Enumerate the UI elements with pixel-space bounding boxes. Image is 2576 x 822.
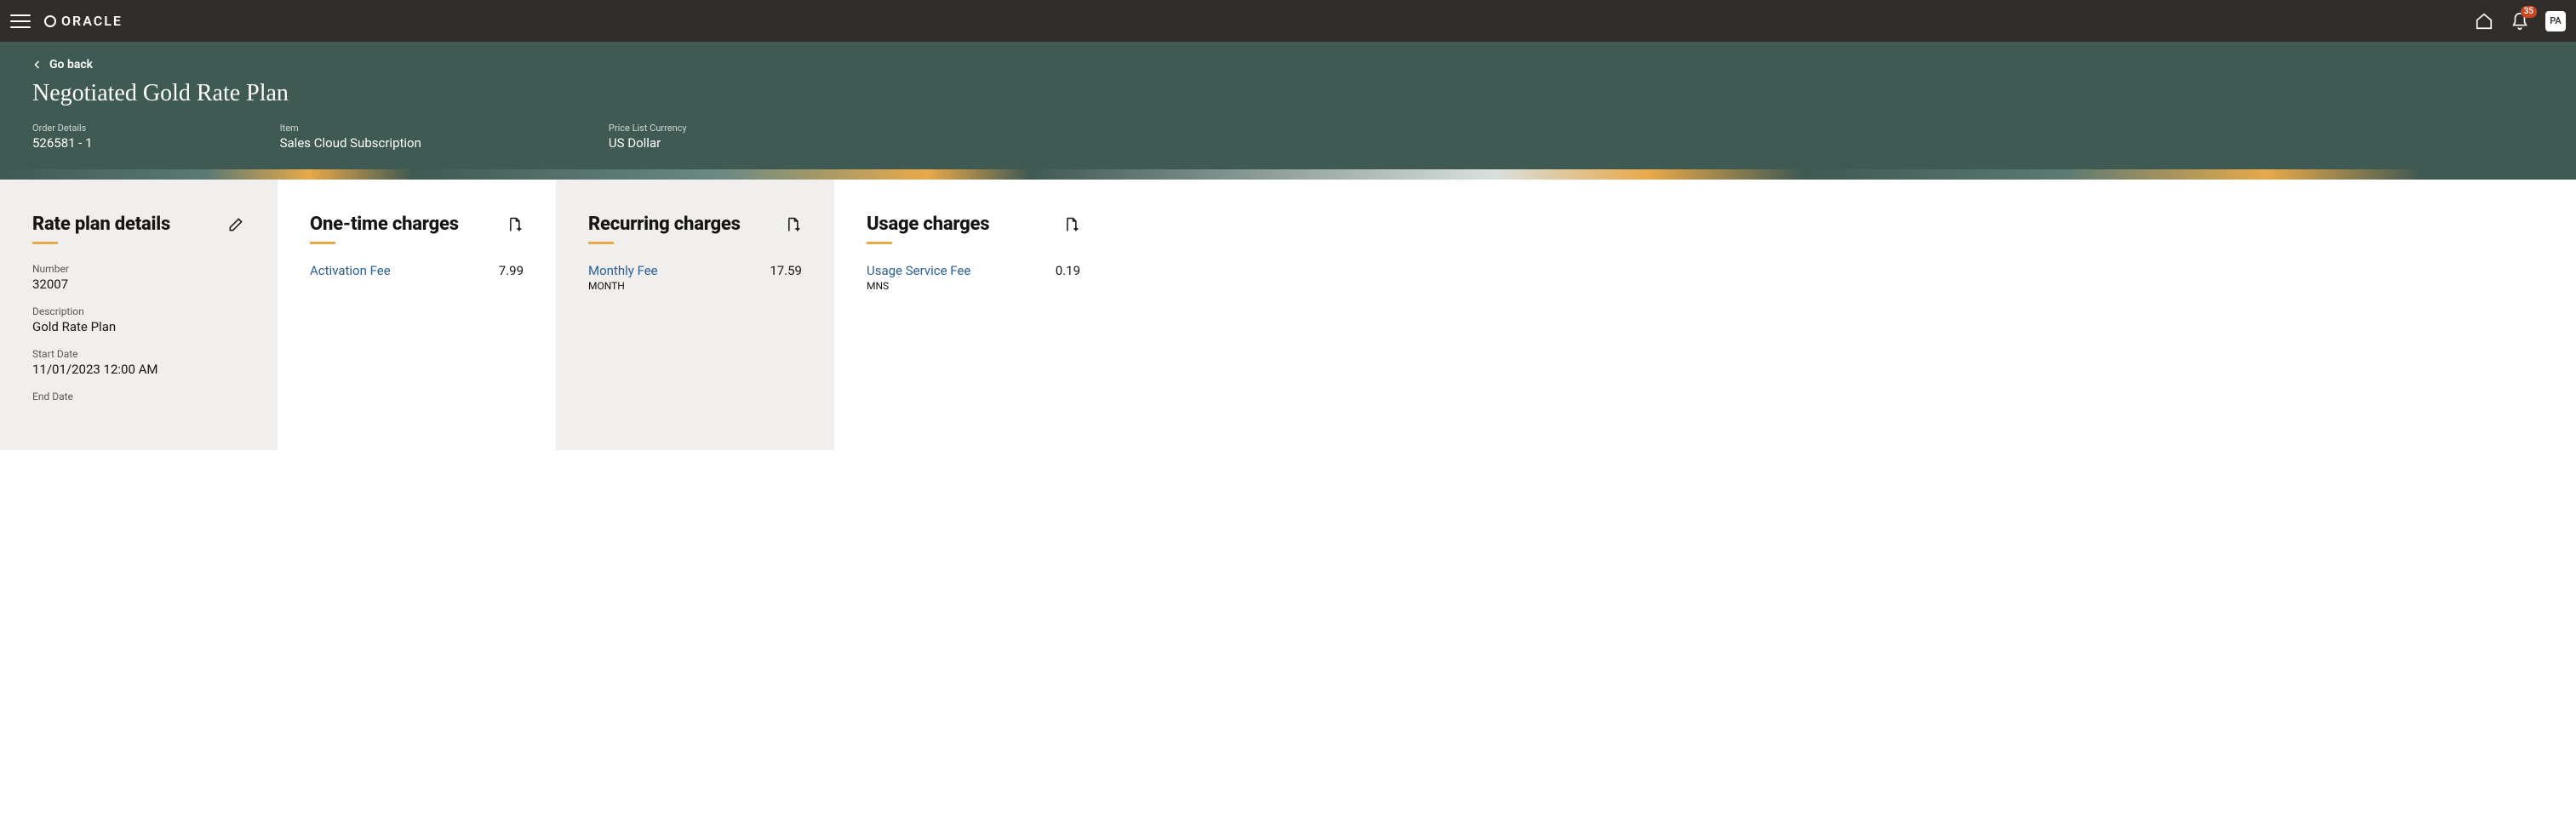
chevron-left-icon: [32, 60, 43, 70]
field-label: Number: [32, 263, 245, 275]
brand-logo[interactable]: ORACLE: [44, 13, 123, 29]
meta-value: Sales Cloud Subscription: [280, 135, 421, 151]
charge-row: Monthly Fee MONTH 17.59: [588, 263, 802, 292]
card-title: Recurring charges: [588, 214, 741, 235]
field-label: Start Date: [32, 348, 245, 360]
charge-period: MONTH: [588, 280, 658, 292]
recurring-charges-card: Recurring charges Monthly Fee MONTH 17.5…: [556, 180, 834, 450]
meta-label: Order Details: [32, 123, 93, 134]
charge-info: Usage Service Fee MNS: [867, 263, 970, 292]
meta-order-details: Order Details 526581 - 1: [32, 123, 93, 151]
home-icon[interactable]: [2474, 11, 2494, 31]
field-label: Description: [32, 305, 245, 317]
field-number: Number 32007: [32, 263, 245, 292]
accent-bar: [32, 242, 58, 244]
brand-text: ORACLE: [61, 13, 123, 29]
user-avatar[interactable]: PA: [2545, 11, 2566, 31]
go-back-label: Go back: [49, 58, 93, 71]
charge-amount: 7.99: [499, 263, 524, 278]
meta-label: Price List Currency: [609, 123, 687, 134]
charge-row: Usage Service Fee MNS 0.19: [867, 263, 1080, 292]
card-header: Recurring charges: [588, 214, 802, 235]
edit-icon[interactable]: [226, 215, 245, 234]
rate-plan-details-card: Rate plan details Number 32007 Descripti…: [0, 180, 278, 450]
add-document-icon[interactable]: [1062, 215, 1080, 234]
meta-item: Item Sales Cloud Subscription: [280, 123, 421, 151]
charge-amount: 17.59: [770, 263, 802, 278]
top-bar-right: 35 PA: [2474, 11, 2566, 31]
card-title: Rate plan details: [32, 214, 170, 235]
meta-value: US Dollar: [609, 135, 687, 151]
field-value: 11/01/2023 12:00 AM: [32, 362, 245, 377]
charge-info: Activation Fee: [310, 263, 391, 278]
add-document-icon[interactable]: [505, 215, 524, 234]
charge-link-usage-service-fee[interactable]: Usage Service Fee: [867, 263, 970, 278]
card-title: One-time charges: [310, 214, 459, 235]
card-header: One-time charges: [310, 214, 524, 235]
card-title: Usage charges: [867, 214, 989, 235]
meta-value: 526581 - 1: [32, 135, 93, 151]
accent-bar: [588, 242, 614, 244]
notifications-badge: 35: [2521, 6, 2537, 18]
field-end-date: End Date: [32, 391, 245, 402]
hamburger-menu-button[interactable]: [10, 11, 31, 31]
charge-info: Monthly Fee MONTH: [588, 263, 658, 292]
accent-bar: [867, 242, 892, 244]
charge-link-activation-fee[interactable]: Activation Fee: [310, 263, 391, 278]
field-description: Description Gold Rate Plan: [32, 305, 245, 334]
charge-row: Activation Fee 7.99: [310, 263, 524, 278]
card-header: Rate plan details: [32, 214, 245, 235]
go-back-button[interactable]: Go back: [32, 58, 93, 71]
field-start-date: Start Date 11/01/2023 12:00 AM: [32, 348, 245, 377]
notifications-icon[interactable]: 35: [2510, 11, 2530, 31]
charge-unit: MNS: [867, 280, 970, 292]
top-bar: ORACLE 35 PA: [0, 0, 2576, 42]
page-header: Go back Negotiated Gold Rate Plan Order …: [0, 42, 2576, 169]
accent-bar: [310, 242, 335, 244]
card-header: Usage charges: [867, 214, 1080, 235]
top-bar-left: ORACLE: [10, 11, 123, 31]
meta-currency: Price List Currency US Dollar: [609, 123, 687, 151]
add-document-icon[interactable]: [783, 215, 802, 234]
one-time-charges-card: One-time charges Activation Fee 7.99: [278, 180, 556, 450]
decorative-strip: [0, 169, 2576, 180]
header-meta: Order Details 526581 - 1 Item Sales Clou…: [32, 123, 2544, 169]
field-label: End Date: [32, 391, 245, 402]
meta-label: Item: [280, 123, 421, 134]
page-title: Negotiated Gold Rate Plan: [32, 80, 2544, 107]
charge-amount: 0.19: [1056, 263, 1080, 278]
oracle-ring-icon: [44, 15, 56, 27]
charge-link-monthly-fee[interactable]: Monthly Fee: [588, 263, 658, 278]
usage-charges-card: Usage charges Usage Service Fee MNS 0.19: [834, 180, 1113, 450]
content-area: Rate plan details Number 32007 Descripti…: [0, 180, 2576, 450]
field-value: Gold Rate Plan: [32, 319, 245, 334]
avatar-initials: PA: [2550, 15, 2562, 26]
field-value: 32007: [32, 277, 245, 292]
